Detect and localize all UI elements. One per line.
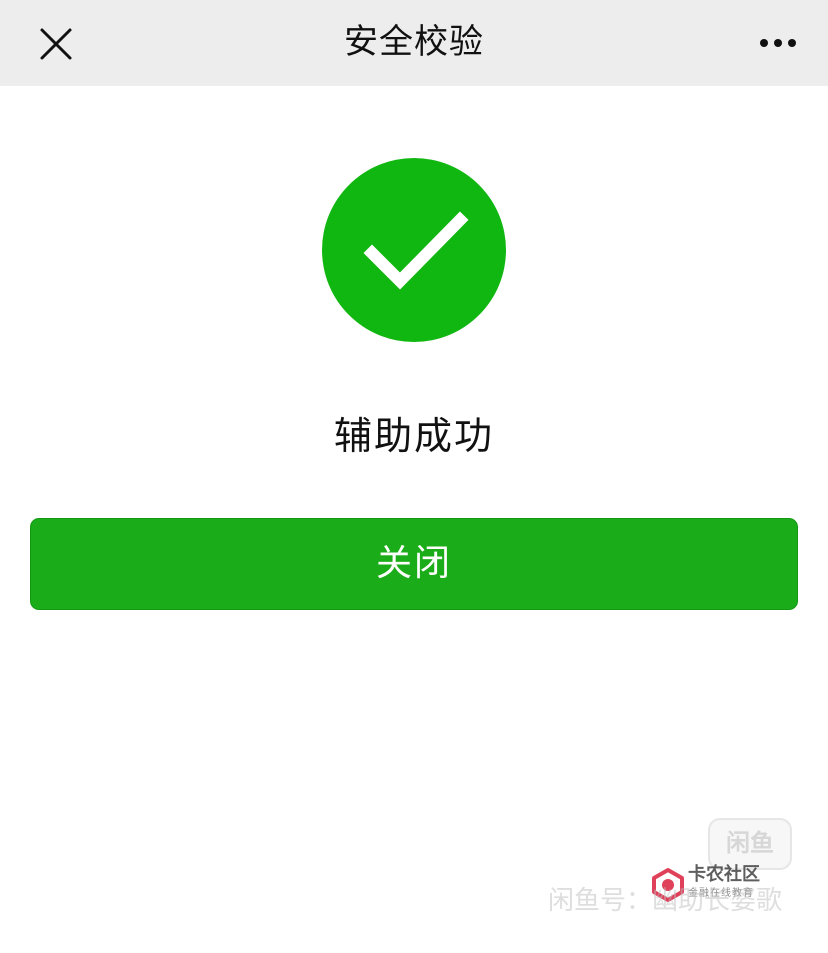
- close-button[interactable]: 关闭: [30, 518, 798, 610]
- watermark-badge: 闲鱼: [708, 818, 792, 870]
- watermark-text: 闲鱼号：幽助长婆歌: [548, 886, 783, 916]
- nav-bar: 安全校验: [0, 0, 828, 86]
- brand-name: 卡农社区: [688, 864, 760, 885]
- more-icon[interactable]: [756, 28, 800, 58]
- result-message: 辅助成功: [333, 414, 494, 458]
- success-check-icon: [322, 158, 506, 342]
- page-title: 安全校验: [344, 22, 484, 62]
